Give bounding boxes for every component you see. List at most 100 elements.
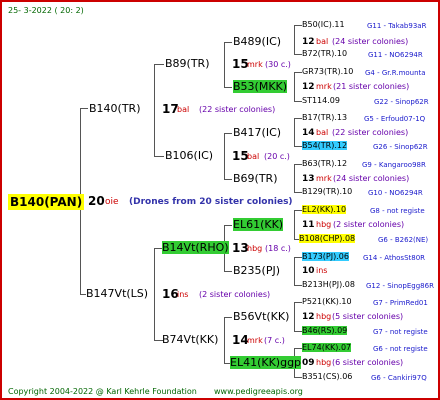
g4-ref-7: G9 - Kangaroo98R: [362, 161, 426, 169]
g4-queen-13[interactable]: P521(KK).10: [302, 296, 352, 308]
g4-queen-11-name: B173(PJ).06: [302, 252, 349, 261]
connector: [294, 164, 302, 165]
g3-number-5: 11: [302, 220, 315, 230]
g3-queen-5-name: EL61(KK): [233, 218, 284, 231]
g3-queen-4[interactable]: B69(TR): [233, 173, 278, 185]
g2-queen-4[interactable]: B74Vt(KK): [162, 334, 218, 346]
website-link[interactable]: www.pedigreeapis.org: [214, 386, 303, 398]
connector: [224, 317, 225, 363]
g3-number-3: 14: [302, 128, 315, 138]
g4-queen-6[interactable]: B54(TR).12: [302, 140, 348, 152]
connector: [294, 210, 295, 239]
g2-code-1: mrk: [247, 60, 263, 69]
timestamp-header: 25- 3-2022 ( 20: 2): [8, 6, 84, 15]
g3-colonies-2: (21 sister colonies): [333, 82, 410, 91]
g3-number-7: 12: [302, 312, 315, 322]
g3-code-4: mrk: [316, 174, 332, 183]
connector: [294, 210, 302, 211]
g3-code-1: bal: [316, 37, 329, 46]
g4-ref-8: G10 - NO6294R: [368, 189, 423, 197]
g3-queen-8-name: EL41(KK)ggp: [230, 356, 302, 369]
root-queen[interactable]: B140(PAN): [8, 194, 85, 210]
g2-queen-2[interactable]: B106(IC): [165, 150, 213, 162]
connector: [294, 25, 295, 54]
pedigree-diagram: 25- 3-2022 ( 20: 2) B140(PAN) 20 oie (Dr…: [0, 0, 440, 400]
g4-queen-7[interactable]: B63(TR).12: [302, 158, 347, 170]
g4-queen-9[interactable]: EL2(KK).10: [302, 204, 347, 216]
connector: [80, 108, 88, 109]
connector: [224, 42, 225, 87]
g4-ref-11: G14 - AthosSt80R: [363, 254, 426, 262]
connector: [154, 64, 164, 65]
root-drones-note: (Drones from 20 sister colonies): [129, 197, 293, 207]
connector: [224, 317, 232, 318]
g3-queen-8[interactable]: EL41(KK)ggp: [230, 356, 302, 369]
connector: [224, 42, 232, 43]
g2-queen-3[interactable]: B14Vt(RHO): [162, 241, 229, 254]
g4-queen-2[interactable]: B72(TR).10: [302, 48, 347, 60]
g3-number-1: 12: [302, 37, 315, 47]
g4-queen-8[interactable]: B129(TR).10: [302, 186, 352, 198]
connector: [294, 146, 302, 147]
g3-colonies-8: (6 sister colonies): [332, 358, 404, 367]
g4-ref-13: G7 - PrimRed01: [373, 299, 428, 307]
connector: [294, 348, 302, 349]
g3-code-2: mrk: [316, 82, 332, 91]
g4-queen-3[interactable]: GR73(TR).10: [302, 66, 353, 78]
g3-colonies-4: (24 sister colonies): [333, 174, 410, 183]
g4-queen-9-name: EL2(KK).10: [302, 205, 347, 214]
connector: [294, 118, 295, 146]
g1-code-1: bal: [177, 105, 190, 114]
g4-queen-1[interactable]: B50(IC).11: [302, 19, 345, 31]
g2-code-4: mrk: [247, 336, 263, 345]
g3-queen-6[interactable]: B235(PJ): [233, 265, 280, 277]
connector: [224, 271, 232, 272]
g3-colonies-3: (22 sister colonies): [332, 128, 409, 137]
g4-queen-10-name: B108(CHP).08: [299, 234, 356, 243]
g2-colonies-3: (18 c.): [265, 244, 291, 253]
g1-queen-1[interactable]: B140(TR): [89, 103, 141, 115]
g4-queen-16[interactable]: B351(CS).06: [302, 371, 352, 383]
g4-queen-5[interactable]: B17(TR).13: [302, 112, 347, 124]
connector: [294, 257, 295, 285]
g2-queen-1[interactable]: B89(TR): [165, 58, 210, 70]
g4-queen-12[interactable]: B213H(PJ).08: [302, 279, 355, 291]
g2-code-2: bal: [247, 152, 260, 161]
connector: [154, 248, 162, 249]
g4-ref-6: G26 - Sinop62R: [373, 143, 428, 151]
connector: [294, 25, 302, 26]
g3-code-6: ins: [316, 266, 328, 275]
connector: [294, 54, 302, 55]
g1-queen-2[interactable]: B147Vt(LS): [86, 288, 148, 300]
g4-queen-14[interactable]: B46(RS).09: [302, 325, 348, 337]
g1-code-2: ins: [177, 290, 189, 299]
connector: [294, 285, 302, 286]
g4-ref-9: G8 - not registe: [370, 207, 425, 215]
g4-ref-5: G5 - Erfoud07-1Q: [364, 115, 426, 123]
connector: [294, 302, 295, 331]
connector: [224, 133, 232, 134]
g4-queen-4[interactable]: ST114.09: [302, 95, 340, 107]
g1-colonies-2: (2 sister colonies): [199, 290, 271, 299]
g3-queen-3[interactable]: B417(IC): [233, 127, 281, 139]
connector: [294, 257, 302, 258]
g4-queen-15[interactable]: EL74(KK).07: [302, 342, 352, 354]
root-number: 20: [88, 194, 105, 208]
g3-colonies-1: (24 sister colonies): [332, 37, 409, 46]
connector: [294, 72, 295, 101]
g2-colonies-2: (20 c.): [264, 152, 290, 161]
g4-ref-1: G11 - Takab93aR: [367, 22, 427, 30]
g4-ref-14: G7 - not registe: [373, 328, 428, 336]
g3-queen-2[interactable]: B53(MKK): [233, 80, 288, 93]
g4-queen-10[interactable]: B108(CHP).08: [299, 233, 356, 245]
g4-queen-11[interactable]: B173(PJ).06: [302, 251, 349, 263]
connector: [294, 118, 302, 119]
connector: [294, 164, 295, 192]
connector: [294, 377, 302, 378]
g3-colonies-5: (2 sister colonies): [333, 220, 405, 229]
g3-queen-1[interactable]: B489(IC): [233, 36, 281, 48]
connector: [154, 64, 155, 156]
connector: [294, 302, 302, 303]
g3-queen-5[interactable]: EL61(KK): [233, 218, 284, 231]
g3-queen-7[interactable]: B56Vt(KK): [233, 311, 289, 323]
